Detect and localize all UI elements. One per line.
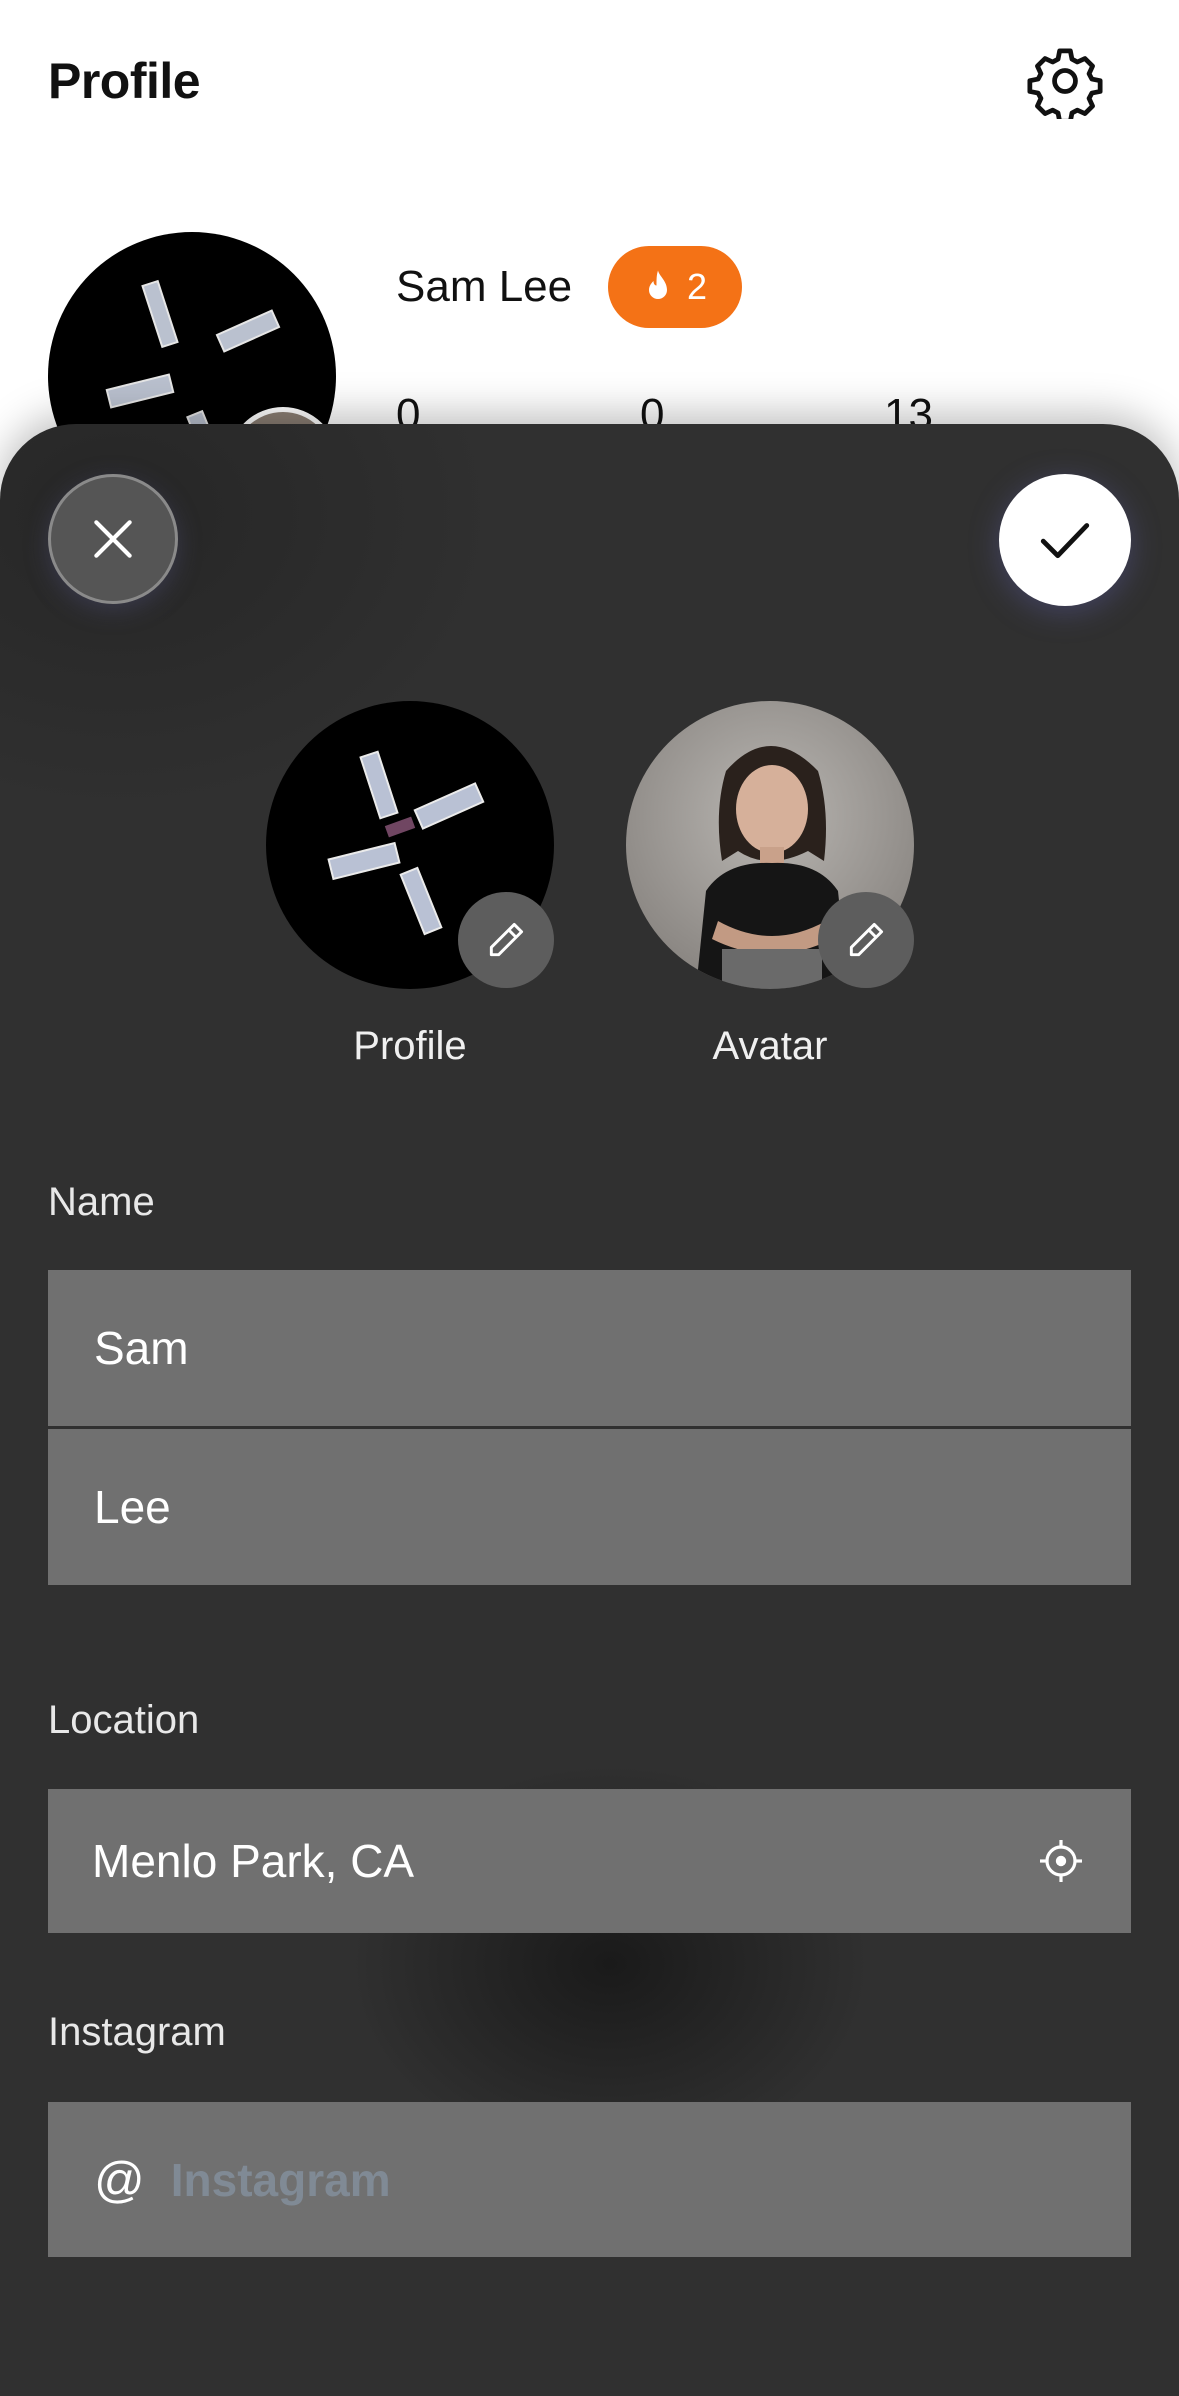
check-icon [1040,523,1090,559]
instagram-label: Instagram [48,2010,226,2054]
streak-badge[interactable]: 2 [608,246,742,328]
user-name: Sam Lee [396,262,573,311]
instagram-placeholder: Instagram [170,2153,391,2206]
settings-button[interactable] [1024,40,1106,122]
edit-profile-photo-button[interactable] [458,892,554,988]
streak-count: 2 [686,266,708,307]
edit-avatar-button[interactable] [818,892,914,988]
instagram-field[interactable]: @ Instagram [48,2102,1131,2257]
page-title: Profile [48,53,201,109]
close-icon [94,520,132,558]
avatar-photo-label: Avatar [712,1024,828,1068]
gear-icon [1027,48,1103,119]
last-name-value: Lee [94,1481,171,1533]
close-button[interactable] [48,474,178,604]
first-name-field[interactable]: Sam [48,1270,1131,1426]
edit-profile-sheet: Profile Avatar Name Sam Lee Location Men… [0,424,1179,2396]
first-name-value: Sam [94,1322,189,1374]
name-label: Name [48,1180,155,1224]
at-prefix: @ [94,2151,145,2208]
flame-icon [648,270,667,299]
profile-photo-label: Profile [353,1024,467,1068]
location-label: Location [48,1698,200,1742]
pencil-icon [849,922,884,957]
locate-icon[interactable] [1037,1837,1085,1885]
confirm-button[interactable] [999,474,1131,606]
location-value: Menlo Park, CA [92,1835,415,1887]
location-field[interactable]: Menlo Park, CA [48,1789,1131,1933]
pencil-icon [489,922,524,957]
last-name-field[interactable]: Lee [48,1429,1131,1585]
